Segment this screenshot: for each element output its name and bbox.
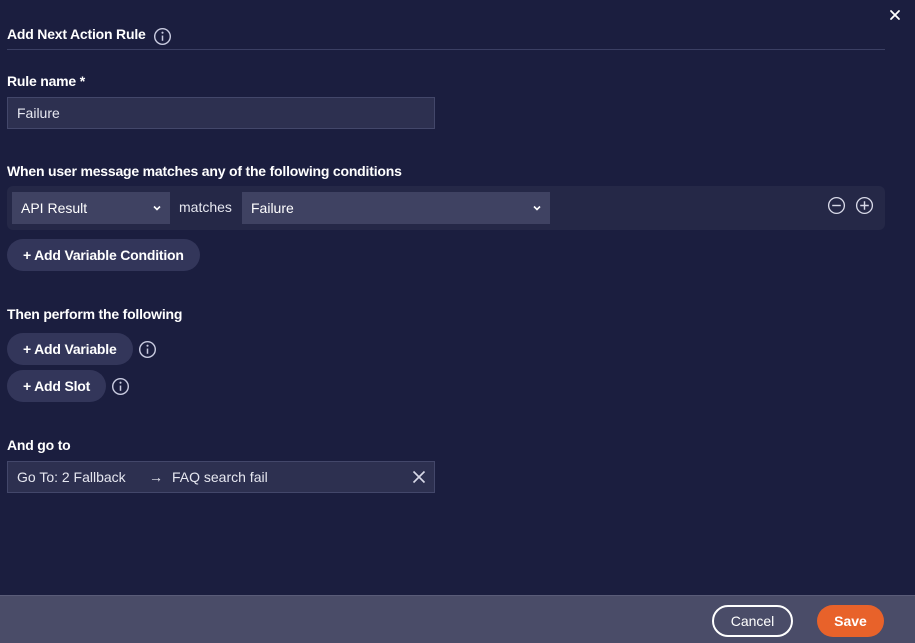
- dialog-footer: Cancel Save: [0, 595, 915, 643]
- variable-select-value: API Result: [21, 200, 88, 216]
- variable-select[interactable]: API Result: [12, 192, 170, 224]
- goto-node: FAQ search fail: [172, 469, 268, 485]
- save-button[interactable]: Save: [817, 605, 884, 637]
- chevron-down-icon: [533, 205, 541, 211]
- close-icon[interactable]: [888, 8, 902, 22]
- conditions-label: When user message matches any of the fol…: [7, 163, 402, 179]
- dialog-title: Add Next Action Rule: [7, 26, 146, 42]
- goto-field[interactable]: Go To: 2 Fallback → FAQ search fail: [7, 461, 435, 493]
- add-slot-button[interactable]: + Add Slot: [7, 370, 107, 402]
- minus-circle-icon[interactable]: [827, 196, 846, 215]
- rule-name-input[interactable]: [7, 97, 435, 129]
- chevron-down-icon: [153, 205, 161, 211]
- dialog-header: Add Next Action Rule: [7, 24, 885, 50]
- clear-icon[interactable]: [412, 470, 426, 484]
- actions-label: Then perform the following: [7, 306, 183, 322]
- value-select-value: Failure: [251, 200, 294, 216]
- info-icon[interactable]: [153, 27, 172, 46]
- add-variable-button[interactable]: + Add Variable: [7, 333, 133, 365]
- info-icon[interactable]: [138, 340, 157, 359]
- goto-label: And go to: [7, 437, 71, 453]
- value-select[interactable]: Failure: [242, 192, 550, 224]
- plus-circle-icon[interactable]: [855, 196, 874, 215]
- arrow-right-icon: →: [149, 469, 163, 485]
- cancel-button[interactable]: Cancel: [712, 605, 793, 637]
- rule-name-label: Rule name *: [7, 73, 85, 89]
- operator-label: matches: [179, 199, 232, 215]
- goto-target: Go To: 2 Fallback: [17, 469, 126, 485]
- info-icon[interactable]: [111, 377, 130, 396]
- condition-row: API Result matches Failure: [7, 186, 885, 230]
- add-variable-condition-button[interactable]: + Add Variable Condition: [7, 239, 200, 271]
